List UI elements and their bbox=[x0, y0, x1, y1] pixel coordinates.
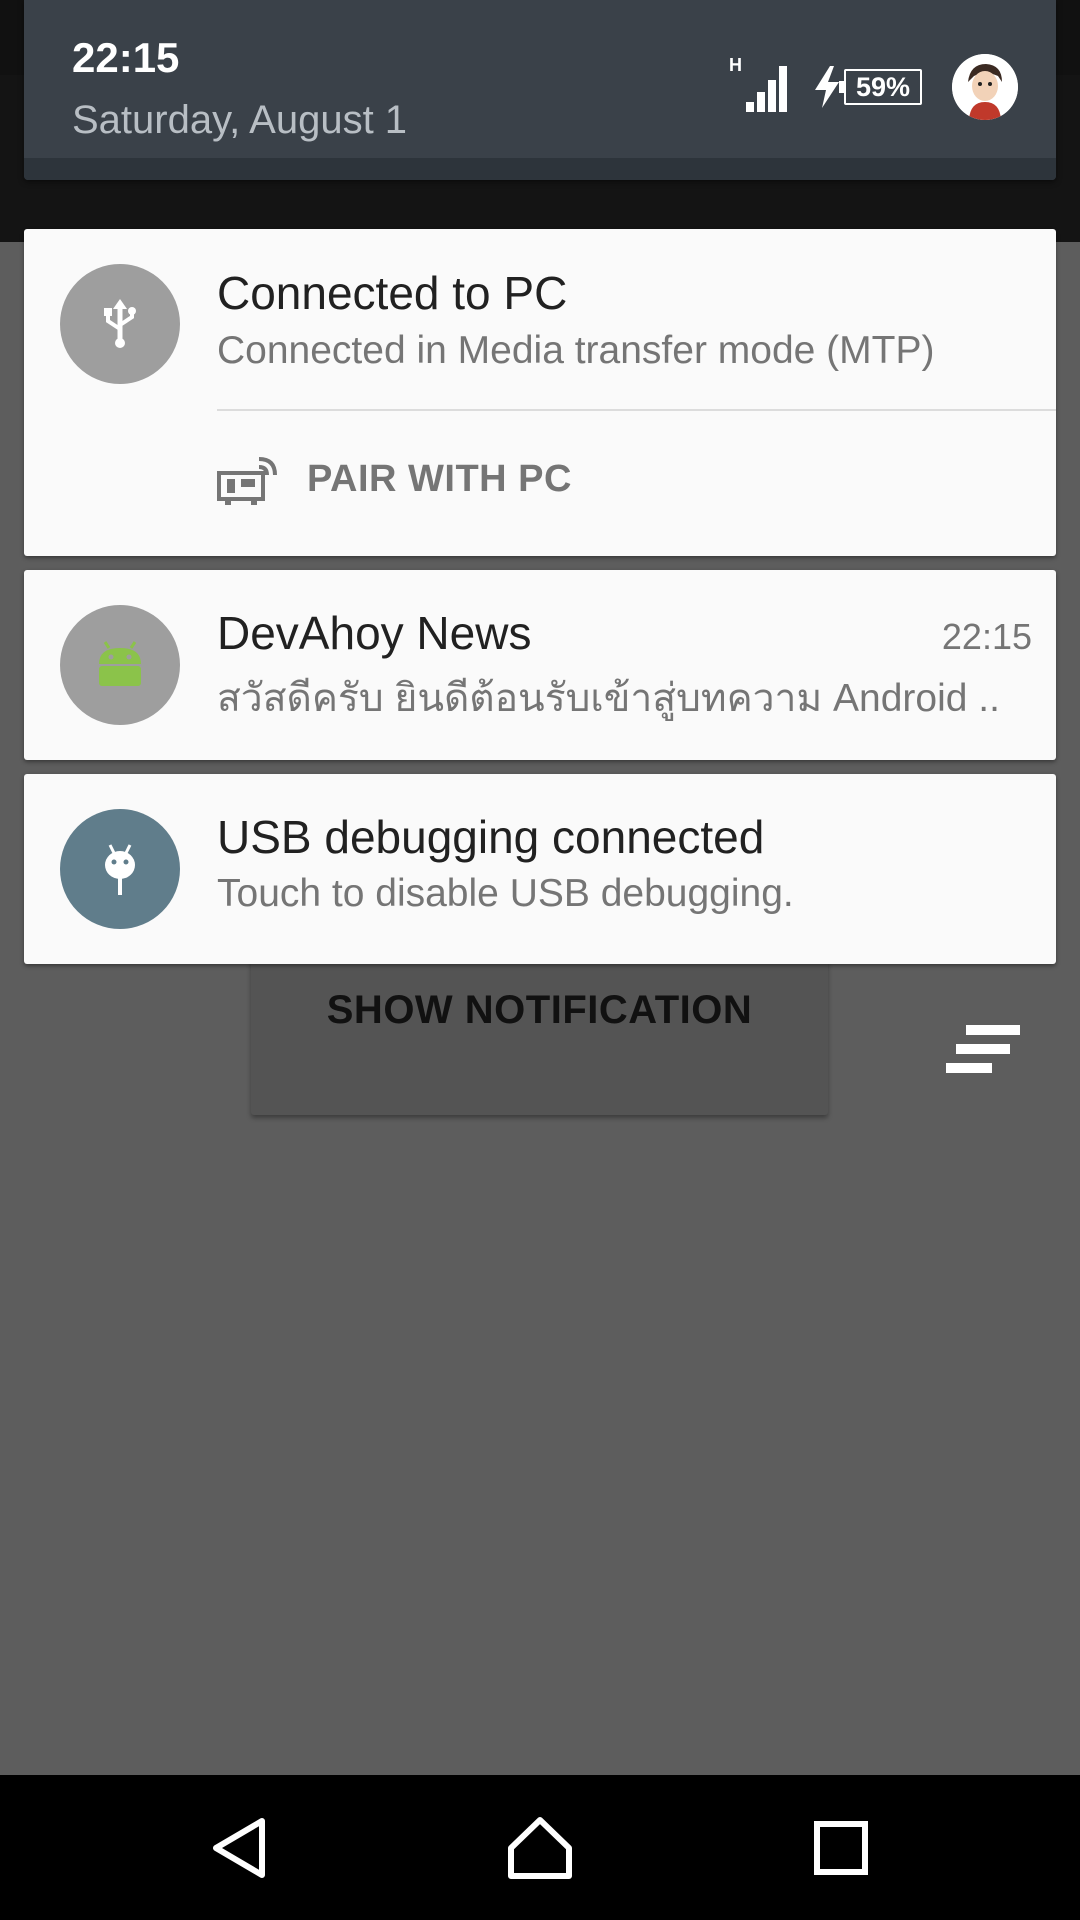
notification-title: Connected to PC bbox=[217, 267, 568, 319]
notification-text: สวัสดีครับ ยินดีต้อนรับเข้าสู่บทความ And… bbox=[217, 677, 1000, 720]
notification-card-devahoy[interactable]: DevAhoy News 22:15 สวัสดีครับ ยินดีต้อนร… bbox=[24, 570, 1056, 760]
recents-icon[interactable] bbox=[806, 1813, 876, 1883]
usb-icon bbox=[60, 264, 180, 384]
navigation-bar bbox=[0, 1775, 1080, 1920]
clear-all-icon[interactable] bbox=[946, 1025, 1022, 1073]
android-icon bbox=[60, 605, 180, 725]
signal-icon bbox=[746, 66, 787, 112]
status-icons: H 59% bbox=[729, 52, 1018, 122]
battery-icon: 59% bbox=[839, 69, 922, 105]
bug-icon bbox=[60, 809, 180, 929]
charging-icon bbox=[815, 66, 839, 108]
user-avatar[interactable] bbox=[952, 54, 1018, 120]
show-notification-button[interactable]: SHOW NOTIFICATION bbox=[251, 955, 828, 1115]
network-type-label: H bbox=[729, 54, 742, 75]
notification-divider bbox=[217, 409, 1056, 411]
header-divider bbox=[24, 158, 1056, 180]
pair-with-pc-icon bbox=[217, 457, 277, 505]
notification-card-usb[interactable]: Connected to PC Connected in Media trans… bbox=[24, 229, 1056, 556]
notification-time: 22:15 bbox=[941, 616, 1032, 657]
back-icon[interactable] bbox=[205, 1813, 275, 1883]
home-icon[interactable] bbox=[505, 1813, 575, 1883]
clock: 22:15 bbox=[72, 34, 180, 81]
date: Saturday, August 1 bbox=[72, 98, 408, 142]
notification-text: Touch to disable USB debugging. bbox=[217, 872, 794, 915]
avatar-icon bbox=[952, 54, 1018, 120]
notification-text: Connected in Media transfer mode (MTP) bbox=[217, 329, 935, 372]
notification-shade-header: 22:15 Saturday, August 1 H 59% bbox=[24, 0, 1056, 180]
notification-card-usb-debugging[interactable]: USB debugging connected Touch to disable… bbox=[24, 774, 1056, 964]
notification-title: USB debugging connected bbox=[217, 811, 765, 863]
notification-title: DevAhoy News bbox=[217, 607, 532, 659]
pair-with-pc-action[interactable]: PAIR WITH PC bbox=[217, 453, 572, 505]
pair-with-pc-label: PAIR WITH PC bbox=[307, 457, 572, 500]
